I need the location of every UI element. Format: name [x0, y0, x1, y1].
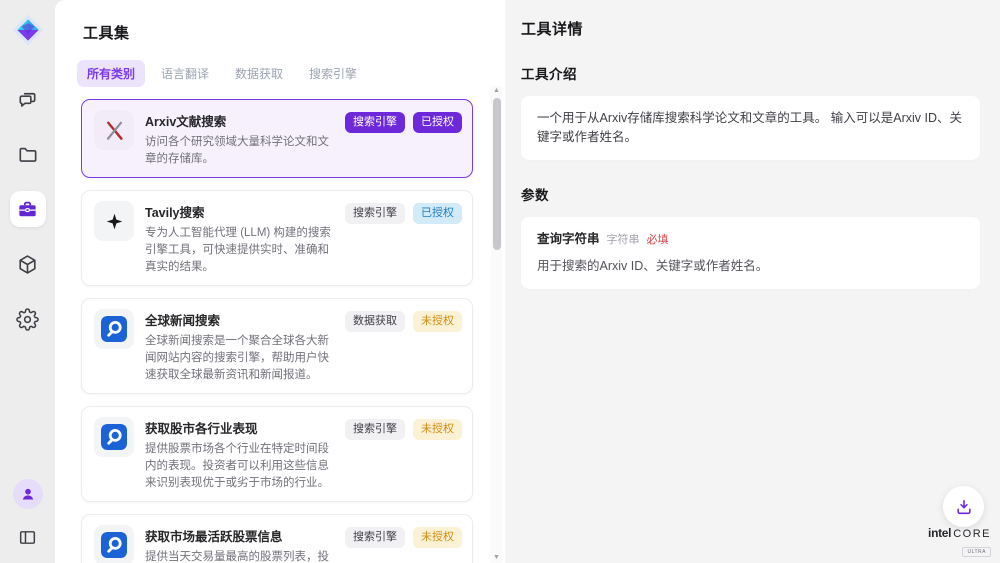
toolbox-icon — [16, 198, 39, 221]
parameter-name: 查询字符串 — [537, 230, 600, 249]
q-search-icon — [94, 417, 134, 457]
parameter-type: 字符串 — [607, 232, 640, 249]
category-badge: 数据获取 — [345, 311, 405, 332]
category-tabs: 所有类别 语言翻译 数据获取 搜索引擎 — [77, 60, 483, 87]
arxiv-icon — [94, 110, 134, 150]
app-logo-icon — [11, 13, 45, 47]
sidebar-item-models[interactable] — [10, 246, 46, 282]
sidebar-item-tools[interactable] — [10, 191, 46, 227]
tool-list: Arxiv文献搜索 访问各个研究领域大量科学论文和文章的存储库。 搜索引擎 已授… — [55, 97, 505, 563]
tab-search-engine[interactable]: 搜索引擎 — [299, 60, 367, 87]
status-badge: 未授权 — [413, 527, 462, 548]
tool-card-arxiv[interactable]: Arxiv文献搜索 访问各个研究领域大量科学论文和文章的存储库。 搜索引擎 已授… — [81, 99, 473, 178]
tab-all-categories[interactable]: 所有类别 — [77, 60, 145, 87]
tool-name: 获取股市各行业表现 — [145, 418, 334, 437]
page-title: 工具集 — [83, 22, 477, 43]
tool-description: 专为人工智能代理 (LLM) 构建的搜索引擎工具，可快速提供实时、准确和真实的结… — [145, 225, 334, 275]
status-badge: 已授权 — [413, 112, 462, 133]
category-badge: 搜索引擎 — [345, 419, 405, 440]
brand-intel-text: intel — [928, 526, 951, 540]
tool-details-panel: 工具详情 工具介绍 一个用于从Arxiv存储库搜索科学论文和文章的工具。 输入可… — [505, 0, 1000, 563]
gear-icon — [16, 308, 39, 331]
folder-icon — [16, 143, 39, 166]
toolset-panel: 工具集 所有类别 语言翻译 数据获取 搜索引擎 Arxiv文献搜索 — [55, 0, 505, 563]
scrollbar-up-arrow[interactable]: ▲ — [493, 86, 500, 96]
status-badge: 未授权 — [413, 311, 462, 332]
toolset-header: 工具集 — [55, 0, 505, 43]
tool-description: 提供股票市场各个行业在特定时间段内的表现。投资者可以利用这些信息来识别表现优于或… — [145, 441, 334, 491]
tool-name: Arxiv文献搜索 — [145, 111, 334, 130]
parameter-card: 查询字符串 字符串 必填 用于搜索的Arxiv ID、关键字或作者姓名。 — [521, 217, 980, 290]
tab-data-fetching[interactable]: 数据获取 — [225, 60, 293, 87]
tool-card-global-news[interactable]: 全球新闻搜索 全球新闻搜索是一个聚合全球各大新闻网站内容的搜索引擎，帮助用户快速… — [81, 298, 473, 394]
tool-card-tavily[interactable]: Tavily搜索 专为人工智能代理 (LLM) 构建的搜索引擎工具，可快速提供实… — [81, 190, 473, 286]
sidebar-nav — [10, 81, 46, 337]
list-scrollbar[interactable]: ▲ ▼ — [491, 86, 502, 563]
intro-card: 一个用于从Arxiv存储库搜索科学论文和文章的工具。 输入可以是Arxiv ID… — [521, 96, 980, 160]
category-badge: 搜索引擎 — [345, 527, 405, 548]
tool-description: 全球新闻搜索是一个聚合全球各大新闻网站内容的搜索引擎，帮助用户快速获取全球最新资… — [145, 333, 334, 383]
tab-language-translation[interactable]: 语言翻译 — [151, 60, 219, 87]
q-search-icon — [94, 525, 134, 563]
scrollbar-thumb[interactable] — [493, 98, 501, 250]
download-icon — [954, 497, 974, 517]
tool-card-stock-sectors[interactable]: 获取股市各行业表现 提供股票市场各个行业在特定时间段内的表现。投资者可以利用这些… — [81, 406, 473, 502]
details-title: 工具详情 — [521, 18, 980, 39]
cube-icon — [16, 253, 39, 276]
app-window: 工具集 所有类别 语言翻译 数据获取 搜索引擎 Arxiv文献搜索 — [0, 0, 1000, 563]
tool-description: 访问各个研究领域大量科学论文和文章的存储库。 — [145, 134, 334, 167]
sidebar-item-files[interactable] — [10, 136, 46, 172]
parameter-description: 用于搜索的Arxiv ID、关键字或作者姓名。 — [537, 257, 964, 276]
brand-badge: ultra — [962, 547, 991, 557]
status-badge: 未授权 — [413, 419, 462, 440]
brand-core-text: core — [953, 528, 991, 540]
tool-card-active-stocks[interactable]: 获取市场最活跃股票信息 提供当天交易量最高的股票列表，投资者可以利用这些信息来识… — [81, 514, 473, 563]
panel-toggle-button[interactable] — [14, 523, 42, 551]
parameter-required-flag: 必填 — [647, 232, 669, 249]
sidebar-item-chat[interactable] — [10, 81, 46, 117]
tool-name: 获取市场最活跃股票信息 — [145, 526, 334, 545]
tool-description: 提供当天交易量最高的股票列表，投资者可以利用这些信息来识别流动性强的股票和潜在的… — [145, 549, 334, 563]
download-button[interactable] — [943, 486, 984, 527]
category-badge: 搜索引擎 — [345, 203, 405, 224]
scrollbar-down-arrow[interactable]: ▼ — [493, 553, 500, 563]
category-badge: 搜索引擎 — [345, 112, 405, 133]
intro-heading: 工具介绍 — [521, 63, 980, 83]
intel-core-logo: intel core ultra — [928, 526, 991, 558]
tool-name: Tavily搜索 — [145, 202, 334, 221]
q-search-icon — [94, 309, 134, 349]
user-avatar[interactable] — [13, 479, 43, 509]
sidebar-bottom — [13, 479, 43, 551]
status-badge: 已授权 — [413, 203, 462, 224]
intro-text: 一个用于从Arxiv存储库搜索科学论文和文章的工具。 输入可以是Arxiv ID… — [537, 111, 962, 144]
sidebar-item-settings[interactable] — [10, 301, 46, 337]
user-icon — [18, 484, 38, 504]
panel-layout-icon — [17, 527, 38, 548]
star-icon — [94, 201, 134, 241]
params-heading: 参数 — [521, 184, 980, 204]
icon-sidebar — [0, 0, 55, 563]
tool-name: 全球新闻搜索 — [145, 310, 334, 329]
chat-icon — [16, 88, 39, 111]
